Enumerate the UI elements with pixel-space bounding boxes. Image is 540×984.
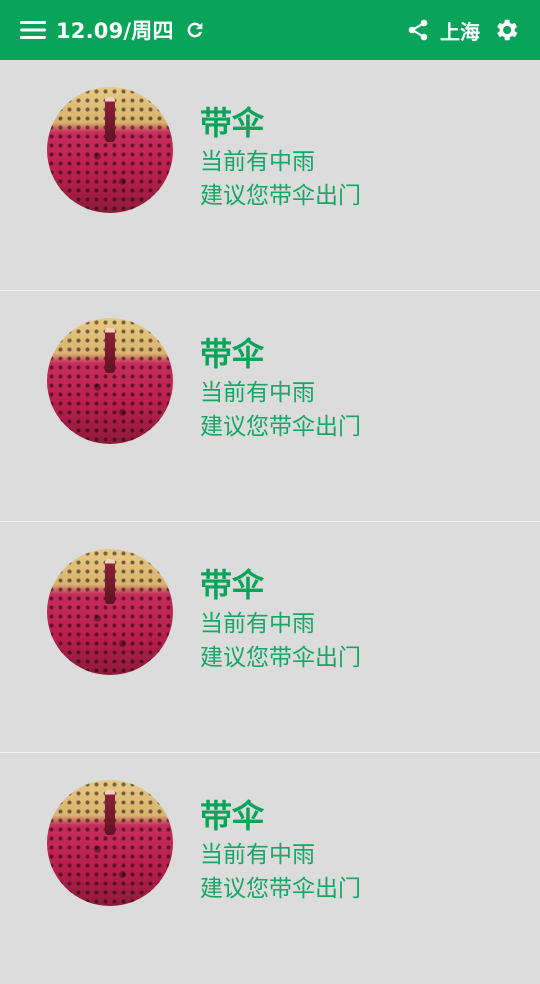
- advice-card[interactable]: 带伞 当前有中雨 建议您带伞出门: [0, 753, 540, 984]
- umbrella-image: [47, 549, 173, 675]
- advice-condition: 当前有中雨: [200, 380, 315, 406]
- advice-title: 带伞: [200, 104, 265, 142]
- advice-suggestion: 建议您带伞出门: [200, 414, 361, 440]
- refresh-icon[interactable]: [184, 19, 206, 41]
- gear-icon[interactable]: [492, 16, 520, 44]
- umbrella-image: [47, 780, 173, 906]
- advice-title: 带伞: [200, 797, 265, 835]
- app-bar: 12.09/周四 上海: [0, 0, 540, 60]
- advice-card[interactable]: 带伞 当前有中雨 建议您带伞出门: [0, 522, 540, 753]
- advice-suggestion: 建议您带伞出门: [200, 183, 361, 209]
- weather-advice-list: 带伞 当前有中雨 建议您带伞出门 带伞 当前有中雨 建议您带伞出门 带伞 当前有…: [0, 60, 540, 984]
- app-bar-right: 上海: [406, 0, 520, 60]
- advice-card[interactable]: 带伞 当前有中雨 建议您带伞出门: [0, 60, 540, 291]
- advice-condition: 当前有中雨: [200, 842, 315, 868]
- advice-card[interactable]: 带伞 当前有中雨 建议您带伞出门: [0, 291, 540, 522]
- app-bar-left: 12.09/周四: [20, 0, 206, 60]
- umbrella-handle: [105, 97, 115, 142]
- umbrella-image: [47, 87, 173, 213]
- share-icon[interactable]: [406, 18, 430, 42]
- umbrella-handle: [105, 559, 115, 604]
- advice-suggestion: 建议您带伞出门: [200, 876, 361, 902]
- advice-title: 带伞: [200, 335, 265, 373]
- umbrella-handle: [105, 328, 115, 373]
- advice-suggestion: 建议您带伞出门: [200, 645, 361, 671]
- advice-condition: 当前有中雨: [200, 611, 315, 637]
- city-selector[interactable]: 上海: [440, 16, 480, 45]
- hamburger-menu-icon[interactable]: [20, 20, 46, 40]
- advice-title: 带伞: [200, 566, 265, 604]
- umbrella-handle: [105, 790, 115, 835]
- date-label: 12.09/周四: [56, 19, 174, 43]
- advice-condition: 当前有中雨: [200, 149, 315, 175]
- umbrella-image: [47, 318, 173, 444]
